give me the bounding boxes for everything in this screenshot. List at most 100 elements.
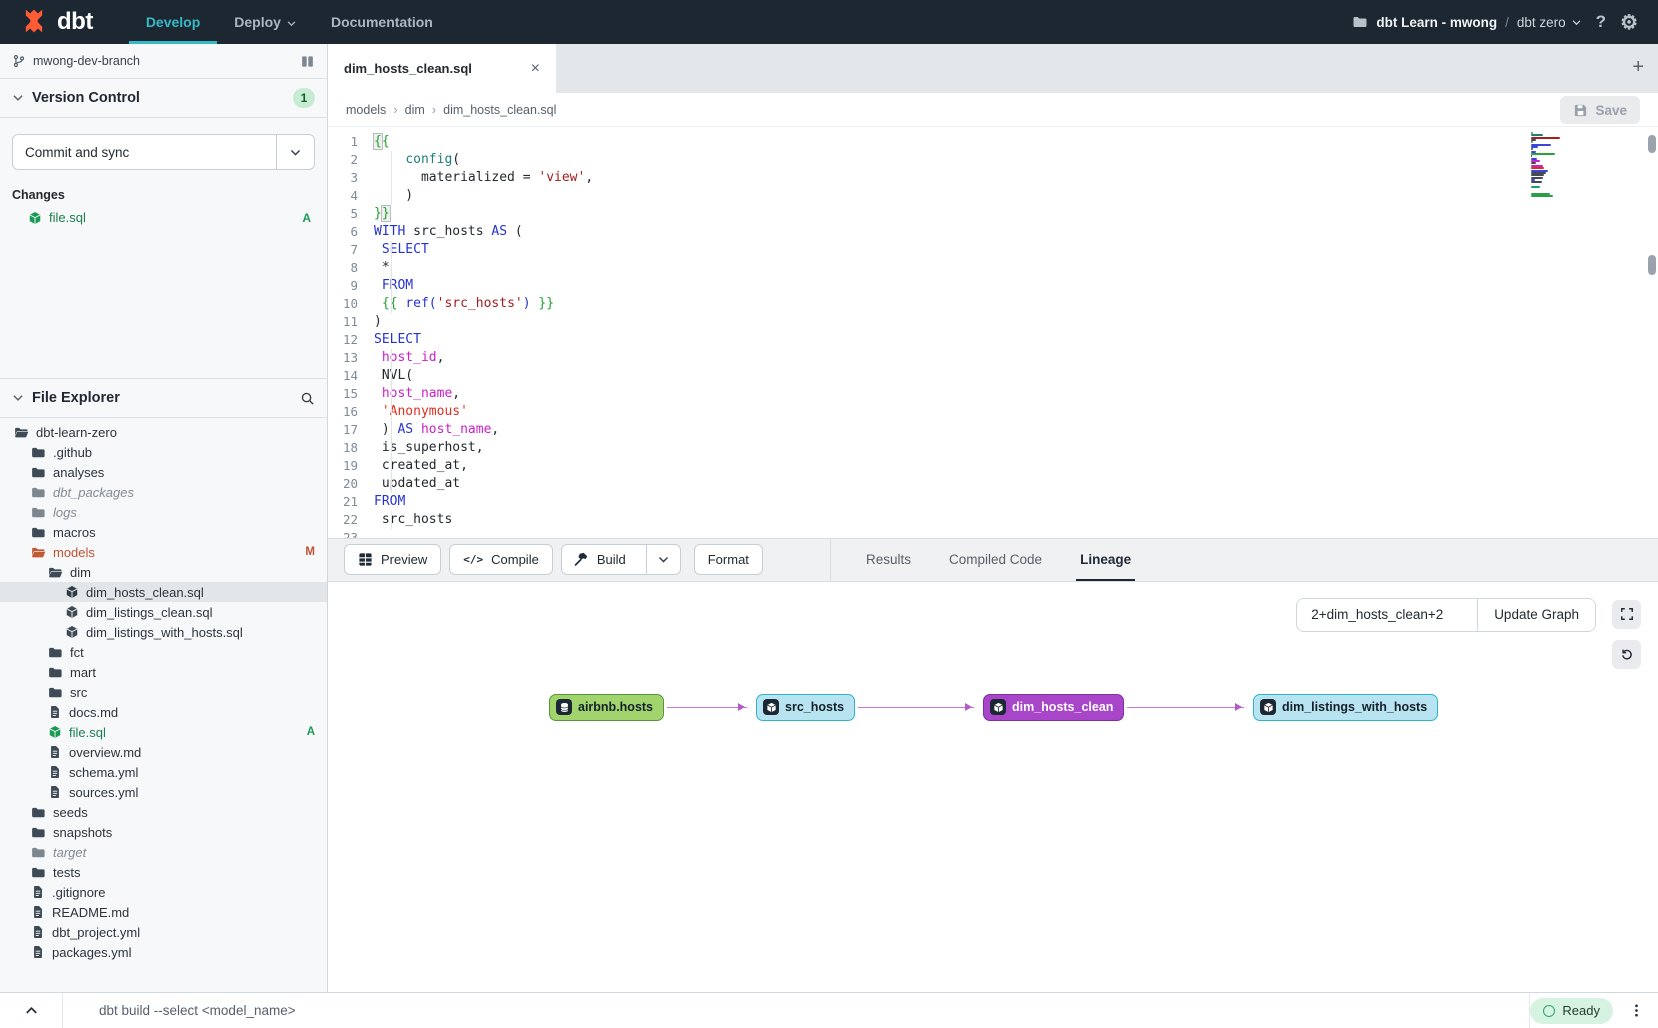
tree-item-label: dim_listings_with_hosts.sql [86,625,243,640]
file-icon [48,745,62,759]
tree-item-label: .gitignore [52,885,105,900]
panel-tab-results[interactable]: Results [866,539,911,581]
tree-item-macros[interactable]: macros [0,522,327,542]
folder-icon [48,645,63,660]
panel-tab-lineage[interactable]: Lineage [1080,539,1131,581]
commit-and-sync-button[interactable]: Commit and sync [12,134,315,170]
code-line: 17 ) AS host_name, [328,421,1658,439]
tree-item-models[interactable]: modelsM [0,542,327,562]
close-icon[interactable]: × [531,60,540,78]
docs-book-icon[interactable] [300,54,315,69]
compile-code-icon: </> [463,553,483,566]
tree-item-snapshots[interactable]: snapshots [0,822,327,842]
tree-item-schema-yml[interactable]: schema.yml [0,762,327,782]
build-button[interactable]: Build [561,544,681,575]
status-badge: Ready [1530,998,1613,1024]
tree-item--gitignore[interactable]: .gitignore [0,882,327,902]
lineage-node-dim-listings-with-hosts[interactable]: dim_listings_with_hosts [1253,694,1438,721]
format-button[interactable]: Format [694,544,763,575]
dbt-brand[interactable]: dbt [0,0,111,44]
button-label: Format [708,552,749,567]
line-number: 6 [328,223,374,241]
build-hammer-icon [574,552,589,567]
lineage-node-src-hosts[interactable]: src_hosts [756,694,855,721]
nav-deploy[interactable]: Deploy [217,0,314,44]
lineage-edge [667,707,747,708]
code-line: 7 SELECT [328,241,1658,259]
lineage-node-dim-hosts-clean[interactable]: dim_hosts_clean [983,694,1124,721]
tree-item-dbt-learn-zero[interactable]: dbt-learn-zero [0,422,327,442]
button-label: Compile [491,552,539,567]
folder-icon [31,825,46,840]
line-number: 13 [328,349,374,367]
tree-item-tests[interactable]: tests [0,862,327,882]
collapse-chevron-up-icon[interactable] [0,1003,62,1018]
tree-item-mart[interactable]: mart [0,662,327,682]
tree-item-packages-yml[interactable]: packages.yml [0,942,327,962]
scrollbar-thumb[interactable] [1648,135,1656,153]
search-icon[interactable] [300,391,315,406]
tree-item-dim-hosts-clean-sql[interactable]: dim_hosts_clean.sql [0,582,327,602]
tree-item-file-sql[interactable]: file.sqlA [0,722,327,742]
scrollbar-thumb[interactable] [1648,255,1656,275]
line-number: 10 [328,295,374,313]
tree-item-dim-listings-with-hosts-sql[interactable]: dim_listings_with_hosts.sql [0,622,327,642]
nav-develop[interactable]: Develop [129,0,217,44]
tree-item-dim-listings-clean-sql[interactable]: dim_listings_clean.sql [0,602,327,622]
tree-item--github[interactable]: .github [0,442,327,462]
code-text: SELECT [374,331,421,349]
build-main-segment[interactable]: Build [562,552,638,567]
tree-item-docs-md[interactable]: docs.md [0,702,327,722]
tree-item-analyses[interactable]: analyses [0,462,327,482]
tree-item-label: mart [70,665,96,680]
minimap[interactable] [1531,132,1563,200]
line-number: 23 [328,529,374,538]
tab-dim-hosts-clean[interactable]: dim_hosts_clean.sql × [328,44,556,93]
tree-item-src[interactable]: src [0,682,327,702]
nav-documentation[interactable]: Documentation [314,0,450,44]
line-number: 4 [328,187,374,205]
code-line: 9 FROM [328,277,1658,295]
lineage-node-airbnb-hosts[interactable]: airbnb.hosts [549,694,664,721]
kebab-menu-icon[interactable] [1629,1003,1644,1018]
command-input[interactable]: dbt build --select <model_name> [63,1003,1529,1018]
tree-item-overview-md[interactable]: overview.md [0,742,327,762]
tree-item-dbt-packages[interactable]: dbt_packages [0,482,327,502]
preview-button[interactable]: Preview [344,544,441,575]
environment-selector[interactable]: dbt zero [1517,15,1582,30]
model-cube-icon [763,699,779,715]
panel-tab-compiled-code[interactable]: Compiled Code [949,539,1042,581]
new-tab-button[interactable]: + [1632,56,1644,79]
code-editor[interactable]: 1{{2 config(3 materialized = 'view',4 )5… [328,127,1658,538]
file-icon [48,785,62,799]
tree-item-fct[interactable]: fct [0,642,327,662]
tree-item-sources-yml[interactable]: sources.yml [0,782,327,802]
file-explorer-header[interactable]: File Explorer [0,378,327,418]
tree-item-dim[interactable]: dim [0,562,327,582]
code-line: 18 is_superhost, [328,439,1658,457]
chevron-down-icon [1571,17,1582,28]
tree-item-seeds[interactable]: seeds [0,802,327,822]
help-icon[interactable]: ? [1596,12,1606,32]
nav-item-label: Documentation [331,14,433,30]
compile-button[interactable]: </> Compile [449,544,553,575]
folder-icon [31,805,46,820]
commit-options-caret[interactable] [276,135,314,169]
breadcrumb-models: models [346,103,386,117]
gear-icon[interactable]: ⚙ [1620,10,1638,35]
project-selector[interactable]: dbt Learn - mwong / dbt zero [1352,14,1581,30]
folder-icon [48,685,63,700]
lineage-panel: Update Graph airbnb.hostssrc_hostsdim_ho… [328,582,1658,993]
save-button[interactable]: Save [1560,96,1640,124]
tree-item-label: fct [70,645,84,660]
ready-circle-icon [1543,1005,1555,1017]
tree-item-logs[interactable]: logs [0,502,327,522]
changed-file-row[interactable]: file.sql A [12,208,315,227]
tree-item-dbt-project-yml[interactable]: dbt_project.yml [0,922,327,942]
build-options-caret[interactable] [646,545,680,574]
top-nav: dbt DevelopDeploy Documentation dbt Learn… [0,0,1658,44]
tree-item-target[interactable]: target [0,842,327,862]
breadcrumb-file: dim_hosts_clean.sql [443,103,556,117]
version-control-header[interactable]: Version Control 1 [0,79,327,118]
tree-item-readme-md[interactable]: README.md [0,902,327,922]
